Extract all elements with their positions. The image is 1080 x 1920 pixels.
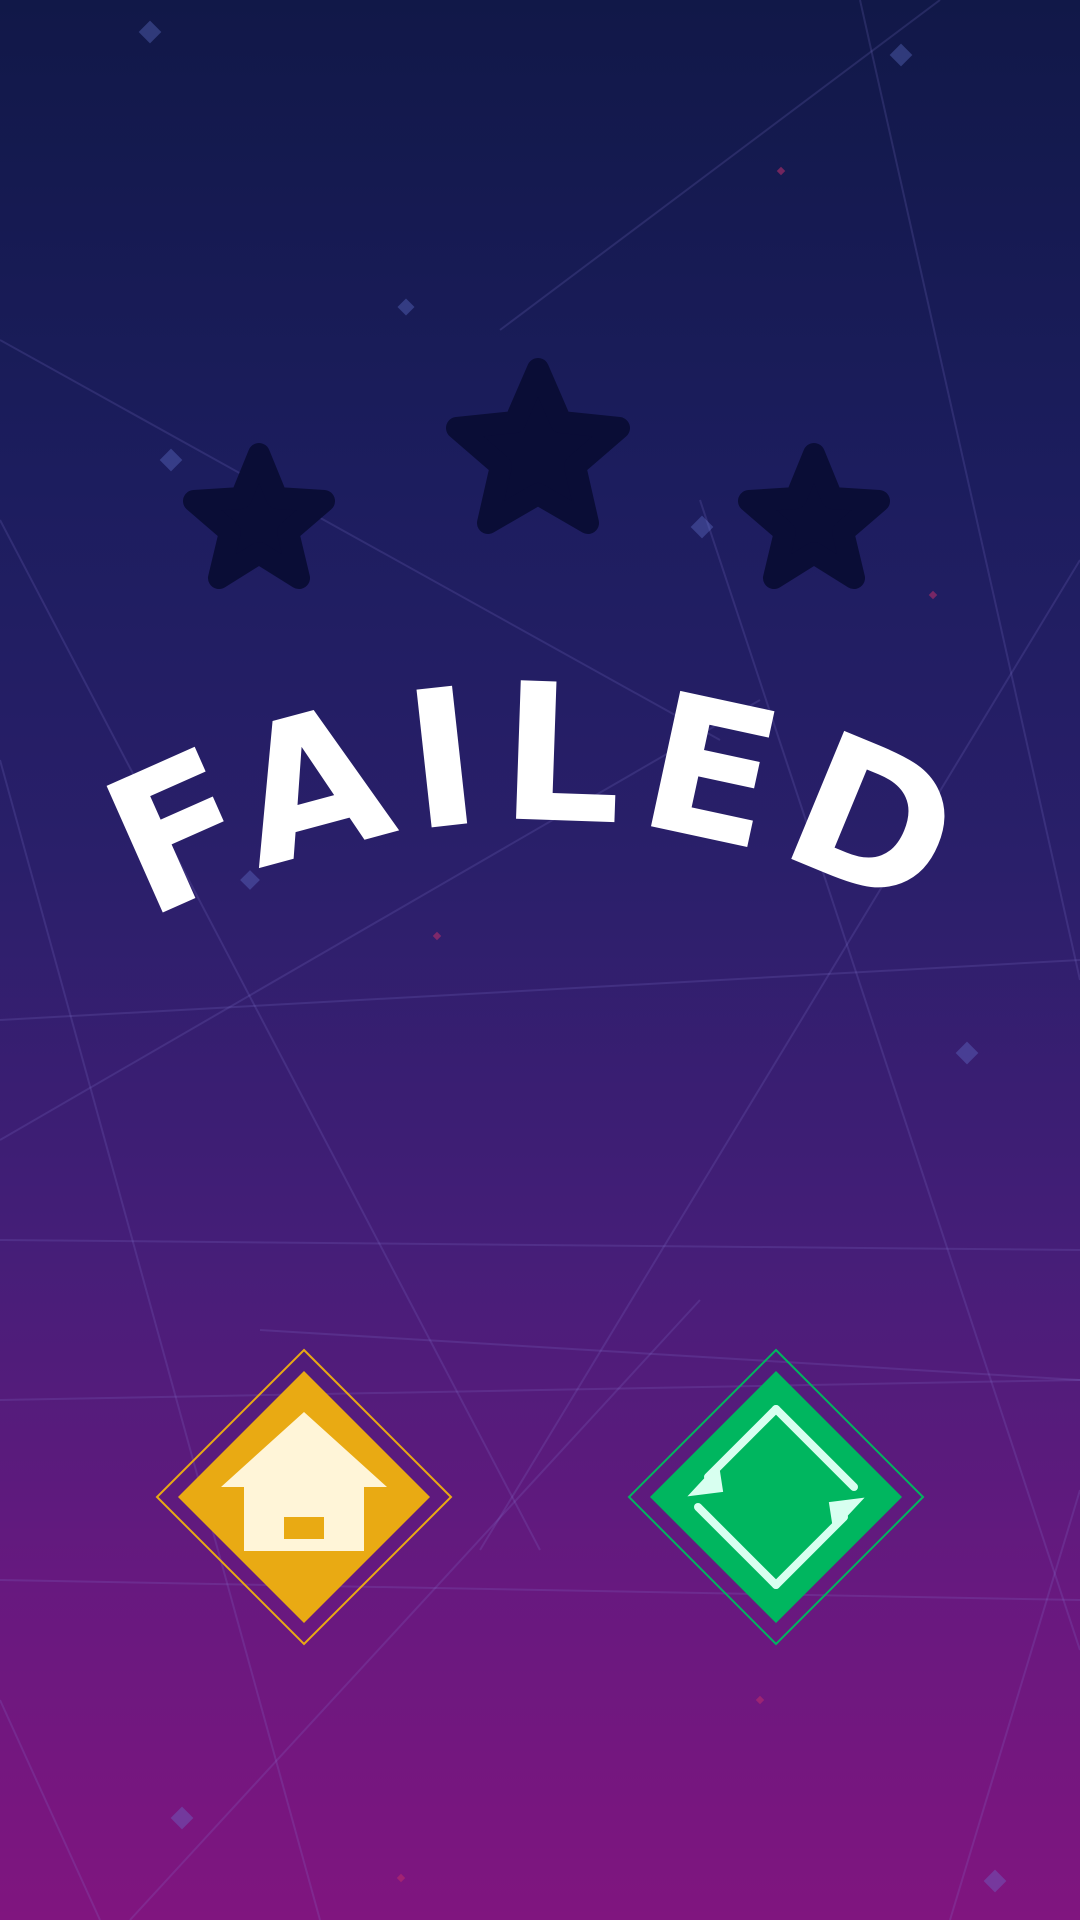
title-text: FAILED <box>75 642 987 960</box>
star-icon-left <box>183 443 335 589</box>
star-rating <box>183 358 890 589</box>
home-button[interactable] <box>154 1347 454 1647</box>
svg-text:FAILED: FAILED <box>75 680 1001 961</box>
star-icon-center <box>446 358 630 534</box>
retry-button[interactable] <box>626 1347 926 1647</box>
star-icon-right <box>738 443 890 589</box>
failed-title: FAILED <box>0 642 1080 980</box>
